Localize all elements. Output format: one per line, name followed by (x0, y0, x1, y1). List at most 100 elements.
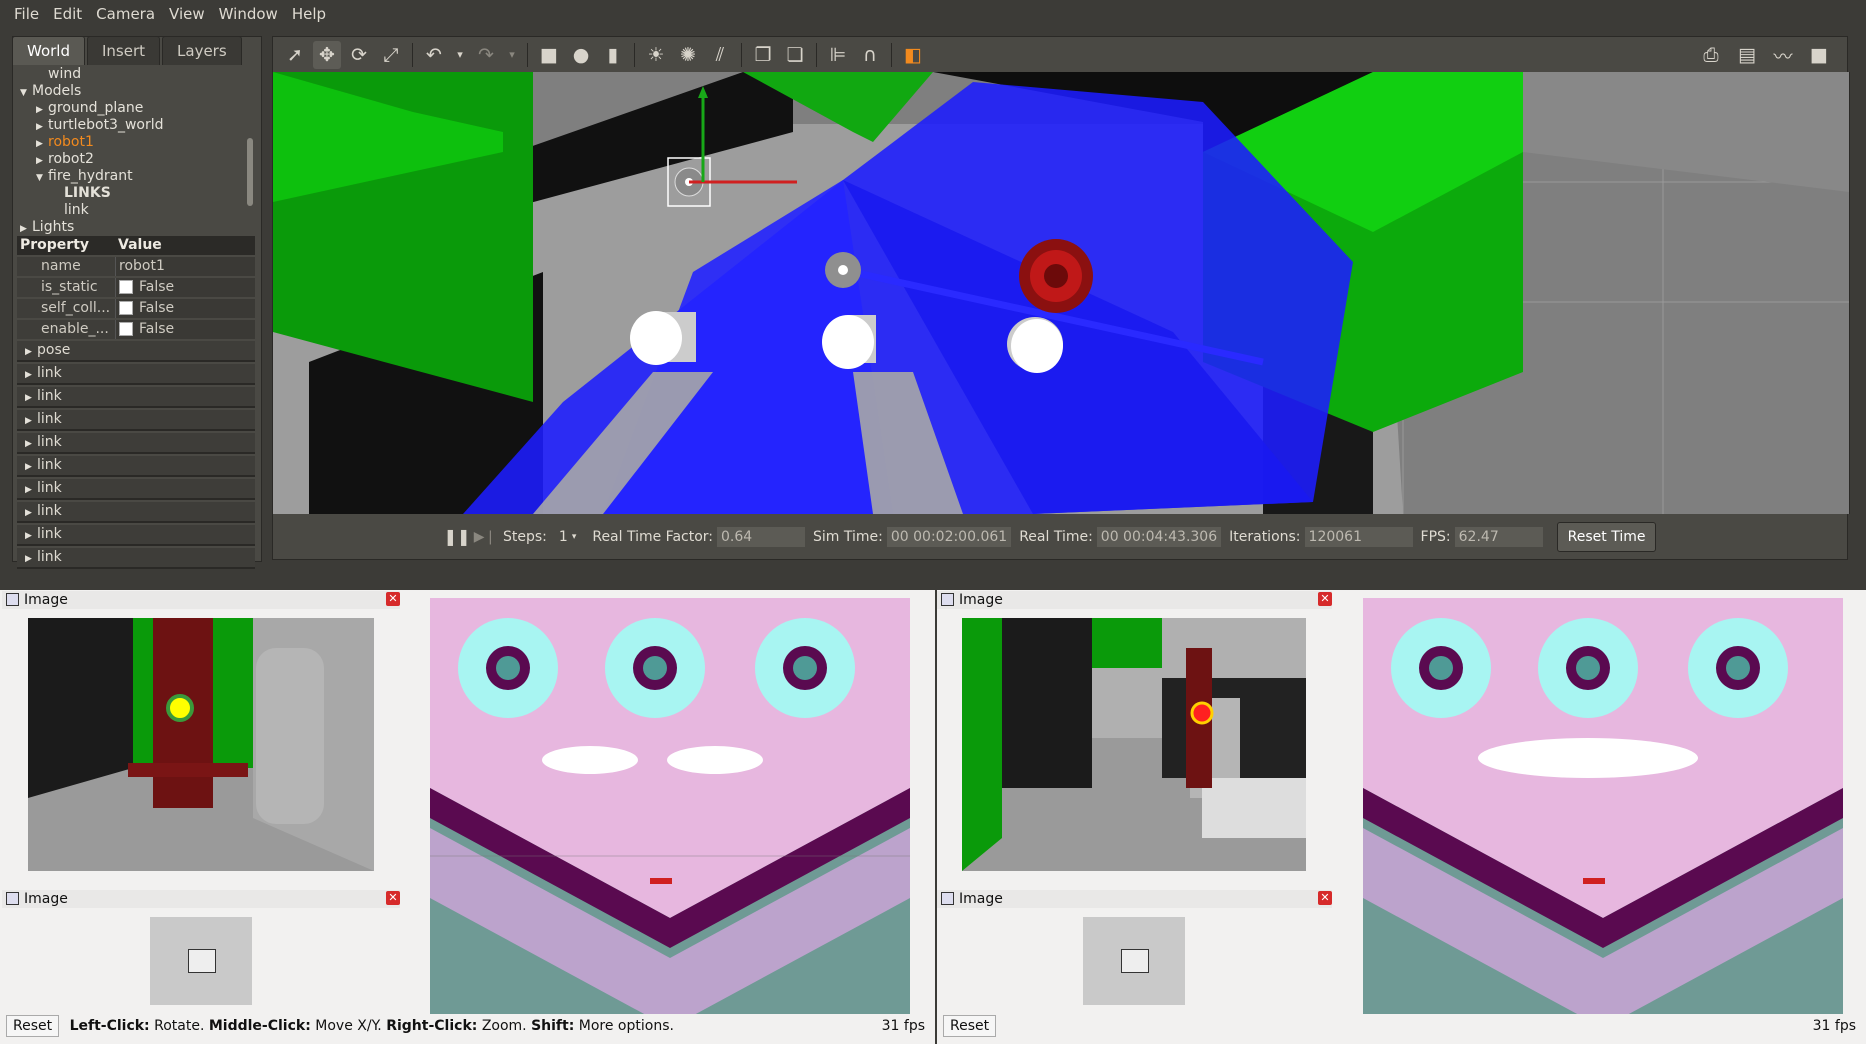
tab-layers[interactable]: Layers (162, 36, 242, 65)
translate-mode-icon[interactable]: ✥ (313, 40, 341, 69)
snap-icon[interactable]: ∩ (856, 41, 884, 69)
property-checkbox[interactable] (119, 322, 133, 336)
undo-history-icon[interactable]: ▾ (452, 41, 468, 69)
box-shape-icon[interactable]: ■ (535, 41, 563, 69)
3d-viewport[interactable] (272, 72, 1850, 514)
costmap-view[interactable] (1363, 598, 1843, 1014)
tab-insert[interactable]: Insert (87, 36, 161, 65)
expand-right-icon[interactable]: ▶ (25, 481, 37, 500)
scale-mode-icon[interactable]: ⤢ (377, 41, 405, 69)
align-icon[interactable]: ⊫ (824, 41, 852, 69)
property-checkbox[interactable] (119, 280, 133, 294)
menu-camera[interactable]: Camera (89, 5, 162, 23)
redo-history-icon[interactable]: ▾ (504, 41, 520, 69)
step-icon[interactable]: ▶❘ (471, 523, 499, 551)
tree-item-label: fire_hydrant (48, 168, 133, 184)
tree-item[interactable]: LINKS (14, 185, 254, 202)
tree-item[interactable]: ▶ turtlebot3_world (14, 117, 254, 134)
expand-right-icon[interactable]: ▶ (25, 412, 37, 431)
steps-dropdown-icon[interactable]: ▾ (572, 532, 577, 542)
pause-icon[interactable]: ❚❚ (443, 523, 471, 551)
image-placeholder-icon (188, 949, 216, 973)
close-icon[interactable]: ✕ (1318, 891, 1332, 905)
property-group[interactable]: ▶ link (17, 410, 255, 431)
expand-down-icon[interactable]: ▼ (36, 170, 48, 187)
property-group[interactable]: ▶ link (17, 387, 255, 408)
menu-view[interactable]: View (162, 5, 212, 23)
property-value-cell[interactable]: False (115, 320, 255, 339)
expand-right-icon[interactable]: ▶ (25, 366, 37, 385)
copy-icon[interactable]: ❐ (749, 41, 777, 69)
expand-down-icon[interactable]: ▼ (20, 85, 32, 102)
log-icon[interactable]: ▤ (1733, 41, 1761, 69)
property-group[interactable]: ▶ link (17, 479, 255, 500)
expand-right-icon[interactable]: ▶ (25, 458, 37, 477)
redo-icon[interactable]: ↷ (472, 41, 500, 69)
expand-right-icon[interactable]: ▶ (25, 550, 37, 569)
video-record-icon[interactable]: ■ (1805, 41, 1833, 69)
property-group[interactable]: ▶ link (17, 548, 255, 569)
undo-icon[interactable]: ↶ (420, 41, 448, 69)
tree-item[interactable]: ▶ robot1 (14, 134, 254, 151)
menu-help[interactable]: Help (285, 5, 333, 23)
tree-item[interactable]: ▼ Models (14, 83, 254, 100)
menu-window[interactable]: Window (212, 5, 285, 23)
panel-float-icon[interactable] (6, 891, 19, 905)
menu-edit[interactable]: Edit (46, 5, 89, 23)
property-group[interactable]: ▶ pose (17, 341, 255, 362)
steps-value[interactable]: 1 (559, 529, 568, 545)
directional-light-icon[interactable]: ⫽ (706, 41, 734, 69)
property-group[interactable]: ▶ link (17, 364, 255, 385)
panel-float-icon[interactable] (941, 592, 954, 606)
sphere-shape-icon[interactable]: ● (567, 41, 595, 69)
property-group[interactable]: ▶ link (17, 502, 255, 523)
expand-right-icon[interactable]: ▶ (25, 504, 37, 523)
property-name: name (17, 257, 115, 276)
close-icon[interactable]: ✕ (386, 592, 400, 606)
property-group[interactable]: ▶ link (17, 433, 255, 454)
property-value-cell[interactable]: robot1 (115, 257, 255, 276)
costmap-view[interactable] (430, 598, 910, 1014)
image-title-text: Image (959, 891, 1003, 907)
expand-right-icon[interactable]: ▶ (25, 527, 37, 546)
toolbar: ➚ ✥ ⟳ ⤢ ↶ ▾ ↷ ▾ ■ ● ▮ ☀ ✺ ⫽ ❐ ❏ ⊫ ∩ ◧ ⎙ … (272, 36, 1848, 72)
point-light-icon[interactable]: ☀ (642, 41, 670, 69)
property-value-cell[interactable]: False (115, 299, 255, 318)
tree-item[interactable]: link (14, 202, 254, 219)
panel-float-icon[interactable] (941, 891, 954, 905)
spot-light-icon[interactable]: ✺ (674, 41, 702, 69)
tree-item[interactable]: wind (14, 66, 254, 83)
property-value-cell[interactable]: False (115, 278, 255, 297)
menu-file[interactable]: File (0, 5, 46, 23)
costmap-render (1363, 598, 1843, 1014)
select-mode-icon[interactable]: ➚ (281, 41, 309, 69)
tree-item[interactable]: ▼ fire_hydrant (14, 168, 254, 185)
property-group[interactable]: ▶ link (17, 525, 255, 546)
property-group[interactable]: ▶ link (17, 456, 255, 477)
property-checkbox[interactable] (119, 301, 133, 315)
cylinder-shape-icon[interactable]: ▮ (599, 41, 627, 69)
expand-right-icon[interactable]: ▶ (25, 435, 37, 454)
expand-right-icon[interactable]: ▶ (25, 389, 37, 408)
property-group-label: link (37, 480, 62, 496)
reset-view-button[interactable]: Reset (943, 1015, 997, 1037)
reset-view-button[interactable]: Reset (6, 1015, 60, 1037)
screenshot-icon[interactable]: ⎙ (1697, 41, 1725, 69)
close-icon[interactable]: ✕ (386, 891, 400, 905)
help-right-click-label: Right-Click: (386, 1018, 478, 1034)
view-angle-icon[interactable]: ◧ (899, 41, 927, 69)
plot-icon[interactable]: 〰 (1769, 41, 1797, 69)
tree-item[interactable]: ▶ ground_plane (14, 100, 254, 117)
tab-world[interactable]: World (12, 36, 85, 65)
tree-item[interactable]: ▶ robot2 (14, 151, 254, 168)
panel-float-icon[interactable] (6, 592, 19, 606)
paste-icon[interactable]: ❏ (781, 41, 809, 69)
property-group-label: pose (37, 342, 71, 358)
expand-right-icon[interactable]: ▶ (20, 221, 32, 234)
tree-item[interactable]: ▶ Lights (14, 219, 254, 234)
close-icon[interactable]: ✕ (1318, 592, 1332, 606)
expand-right-icon[interactable]: ▶ (25, 343, 37, 362)
tree-scrollbar[interactable] (247, 138, 253, 206)
reset-time-button[interactable]: Reset Time (1556, 521, 1657, 552)
rotate-mode-icon[interactable]: ⟳ (345, 41, 373, 69)
